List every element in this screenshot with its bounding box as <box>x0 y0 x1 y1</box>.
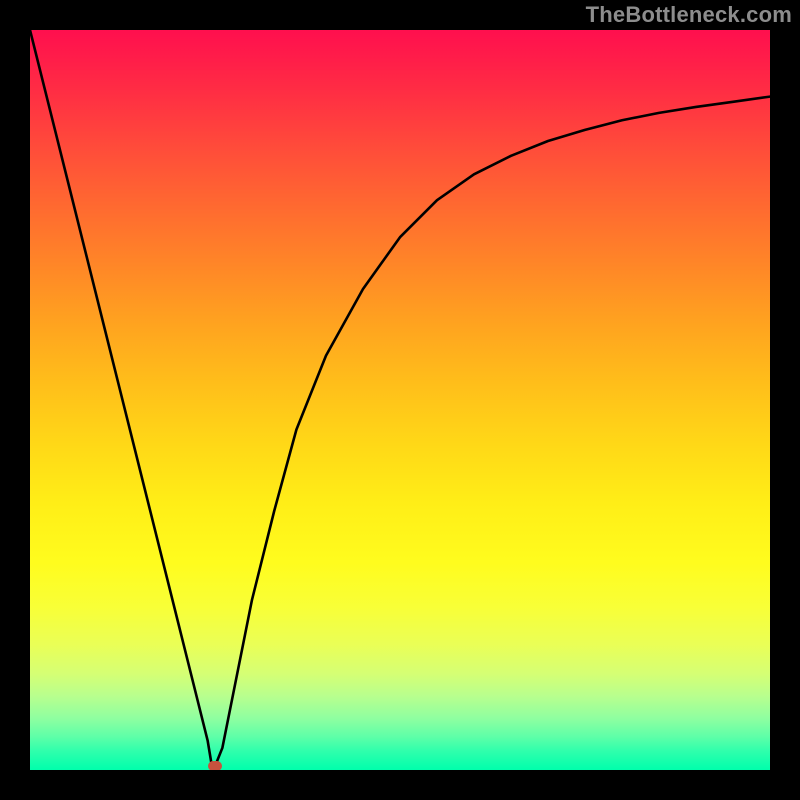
plot-area <box>30 30 770 770</box>
bottleneck-curve <box>30 30 770 766</box>
chart-frame: TheBottleneck.com <box>0 0 800 800</box>
watermark-text: TheBottleneck.com <box>586 2 792 28</box>
minimum-marker <box>208 761 222 770</box>
curve-svg <box>30 30 770 770</box>
